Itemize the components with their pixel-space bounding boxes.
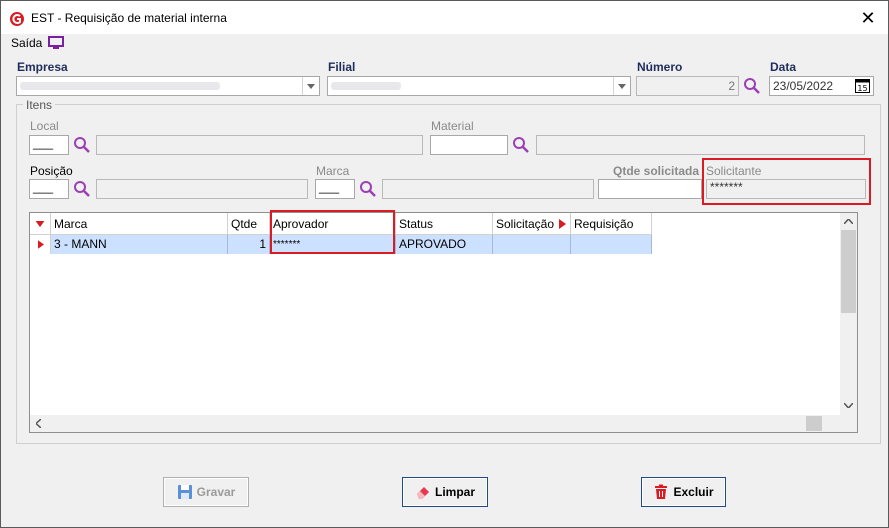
qtde-solicitada-label: Qtde solicitada: [613, 164, 700, 178]
filial-select[interactable]: [327, 76, 631, 96]
data-field[interactable]: 23/05/2022 15: [769, 76, 874, 96]
numero-label: Número: [637, 60, 683, 74]
marca-code-value: ___: [319, 180, 340, 194]
calendar-icon[interactable]: 15: [855, 79, 870, 93]
cell-solicitacao[interactable]: [493, 235, 571, 254]
local-code-field[interactable]: ___: [29, 135, 69, 155]
main-window: EST - Requisição de material interna ✕ S…: [0, 0, 889, 528]
chevron-left-icon[interactable]: [36, 419, 41, 428]
material-code-field[interactable]: [430, 135, 508, 155]
horizontal-scrollbar[interactable]: [30, 415, 840, 432]
calendar-day-text: 15: [857, 84, 867, 93]
material-label: Material: [431, 119, 474, 133]
search-icon[interactable]: [72, 179, 92, 199]
material-description-field: [536, 135, 865, 155]
search-icon[interactable]: [72, 135, 92, 155]
chevron-down-icon: [307, 83, 315, 89]
grid-header-qtde[interactable]: Qtde: [228, 213, 270, 235]
search-icon[interactable]: [511, 135, 531, 155]
numero-field[interactable]: 2: [636, 76, 739, 96]
grid-header-solicitacao-label: Solicitação: [496, 217, 555, 231]
horizontal-scroll-thumb[interactable]: [806, 416, 822, 431]
cell-marca[interactable]: 3 - MANN: [51, 235, 228, 254]
chevron-up-icon[interactable]: [844, 219, 853, 224]
sort-down-icon: [35, 221, 45, 228]
cell-qtde[interactable]: 1: [228, 235, 270, 254]
posicao-code-value: ___: [33, 180, 54, 194]
window-title: EST - Requisição de material interna: [31, 11, 227, 25]
local-label: Local: [30, 119, 59, 133]
posicao-label: Posição: [30, 164, 73, 178]
data-value: 23/05/2022: [773, 79, 834, 93]
empresa-dropdown-arrow[interactable]: [302, 77, 319, 95]
redacted-empresa: [20, 82, 220, 90]
grid-header-status[interactable]: Status: [396, 213, 493, 235]
posicao-description-field: [96, 179, 308, 199]
marca-description-field: [382, 179, 594, 199]
search-icon[interactable]: [358, 179, 378, 199]
data-label: Data: [770, 60, 797, 74]
limpar-button[interactable]: Limpar: [402, 477, 488, 507]
grid-header-solicitacao[interactable]: Solicitação: [493, 213, 571, 235]
current-row-icon: [38, 240, 44, 249]
menu-bar: Saída: [11, 34, 65, 52]
empresa-label: Empresa: [17, 60, 68, 74]
chevron-down-icon[interactable]: [844, 403, 853, 408]
local-code-value: ___: [33, 136, 54, 150]
filial-dropdown-arrow[interactable]: [613, 77, 630, 95]
aprovador-highlight-box: [270, 210, 395, 254]
cell-requisicao[interactable]: [571, 235, 652, 254]
itens-grid[interactable]: Marca Qtde Aprovador Status Solicitação …: [29, 212, 858, 433]
redacted-filial: [331, 82, 401, 90]
vertical-scrollbar[interactable]: [840, 213, 857, 432]
itens-group-title: Itens: [23, 98, 56, 112]
search-icon[interactable]: [742, 76, 762, 96]
numero-value: 2: [728, 79, 735, 93]
row-indicator: [30, 235, 51, 254]
trash-icon: [655, 484, 668, 499]
sort-right-icon: [559, 219, 566, 229]
posicao-code-field[interactable]: ___: [29, 179, 69, 199]
solicitante-highlight-box: [702, 158, 871, 205]
eraser-icon: [416, 487, 429, 499]
qtde-solicitada-field[interactable]: [598, 179, 702, 199]
filial-label: Filial: [328, 60, 356, 74]
app-logo-icon: [10, 12, 24, 26]
menu-item-saida[interactable]: Saída: [11, 36, 42, 50]
title-bar: EST - Requisição de material interna ✕: [1, 1, 888, 34]
excluir-label: Excluir: [673, 485, 714, 499]
local-description-field: [96, 135, 423, 155]
grid-header-marca[interactable]: Marca: [51, 213, 228, 235]
marca-label: Marca: [316, 164, 350, 178]
save-icon: [177, 485, 192, 499]
gravar-button[interactable]: Gravar: [163, 477, 249, 507]
limpar-label: Limpar: [434, 485, 475, 499]
gravar-label: Gravar: [196, 485, 236, 499]
empresa-select[interactable]: [16, 76, 320, 96]
chevron-down-icon: [618, 83, 626, 89]
grid-header-indicator[interactable]: [30, 213, 51, 235]
grid-header-requisicao[interactable]: Requisição: [571, 213, 652, 235]
vertical-scroll-thumb[interactable]: [841, 230, 856, 313]
close-button[interactable]: ✕: [856, 7, 880, 29]
cell-status[interactable]: APROVADO: [396, 235, 493, 254]
marca-code-field[interactable]: ___: [315, 179, 355, 199]
monitor-icon[interactable]: [48, 36, 65, 50]
excluir-button[interactable]: Excluir: [641, 477, 726, 507]
